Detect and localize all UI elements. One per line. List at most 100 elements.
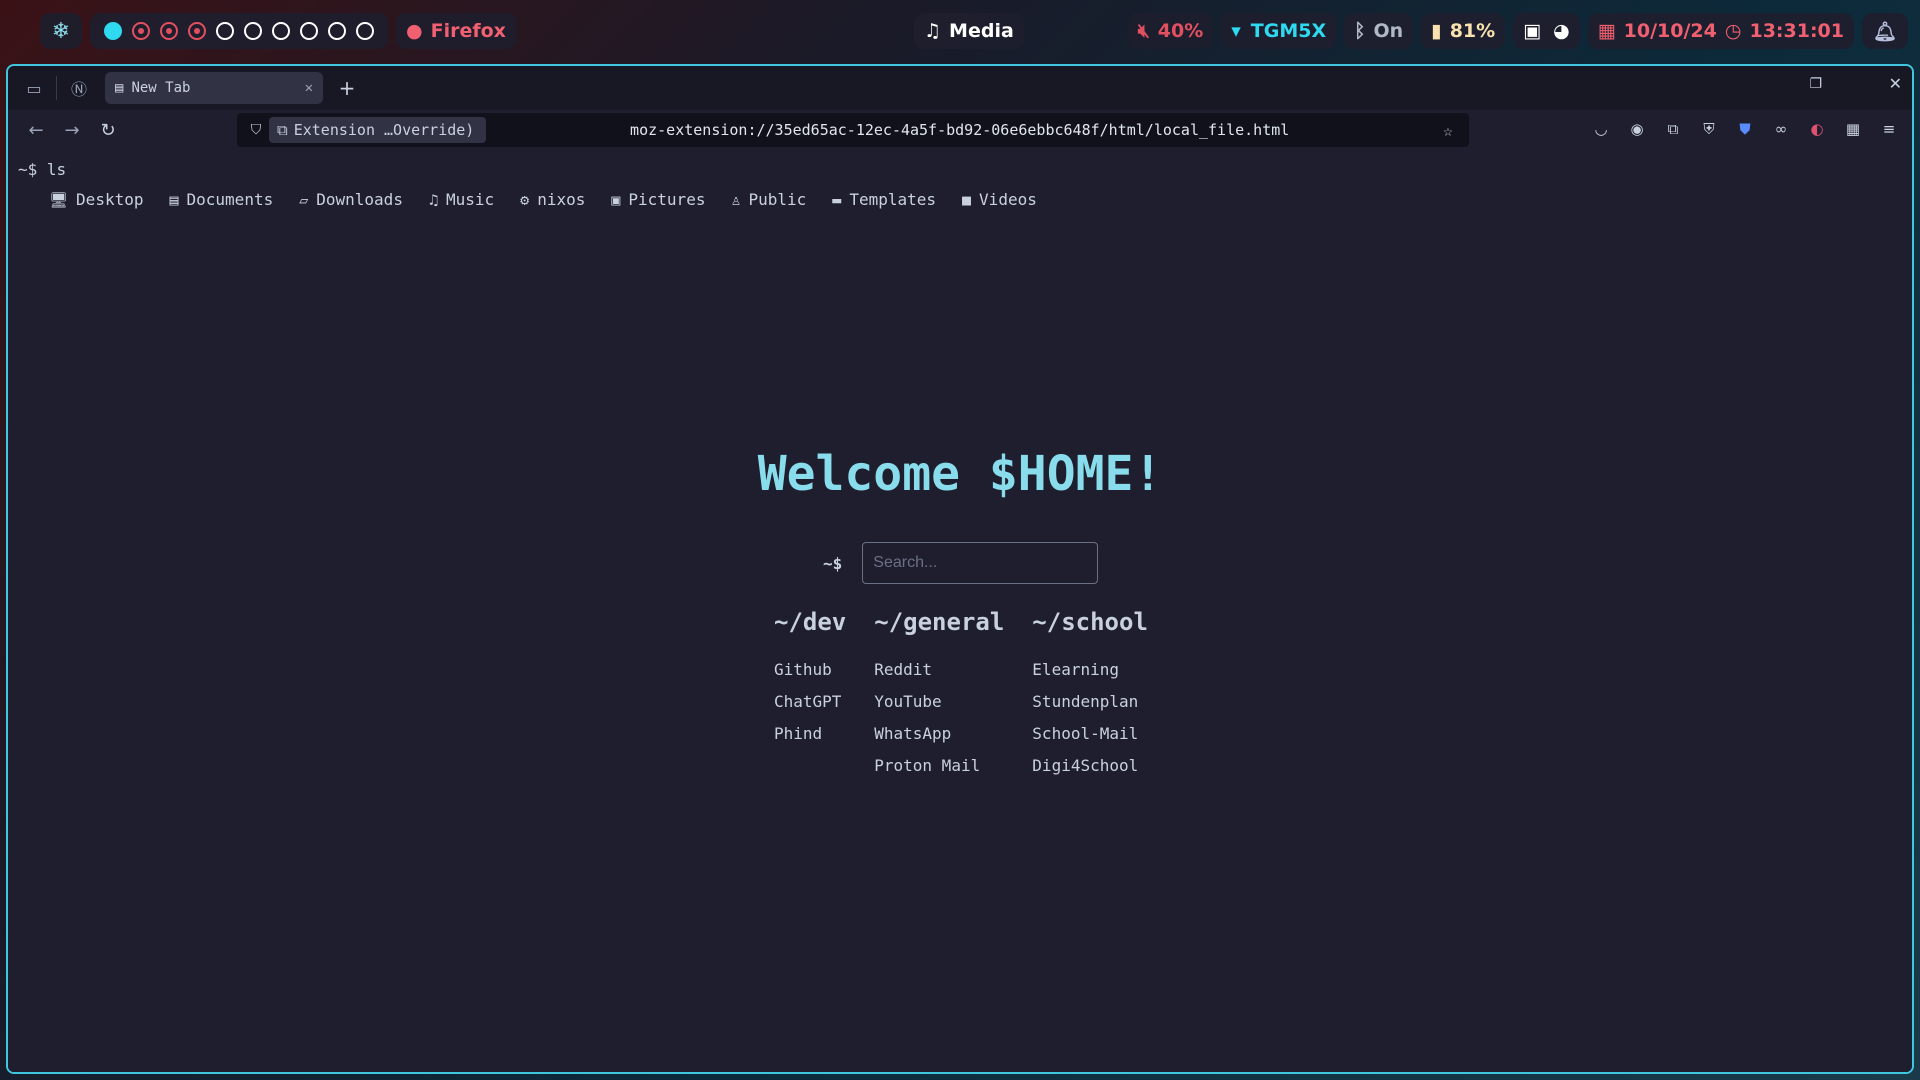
url-text[interactable]: moz-extension://35ed65ac-12ec-4a5f-bd92-… (486, 121, 1433, 139)
app-launcher-button[interactable]: ❄ (40, 13, 82, 49)
tab-separator (56, 76, 57, 100)
battery-widget: ▮ 81% (1421, 13, 1506, 49)
bookmark-link[interactable]: YouTube (874, 686, 1004, 718)
column-title: ~/general (874, 608, 1005, 636)
dir-link-music[interactable]: ♫ Music (429, 190, 494, 209)
bookmark-link[interactable]: Digi4School (1032, 750, 1148, 782)
active-window-title: ● Firefox (396, 13, 516, 49)
bookmark-link[interactable]: ChatGPT (774, 686, 846, 718)
arrow-right-icon: → (64, 119, 80, 141)
tab-new-tab[interactable]: ▤ New Tab ✕ (105, 72, 323, 104)
url-bar[interactable]: ⛉ ⧉ Extension …Override) moz-extension:/… (237, 113, 1469, 147)
workspace-switcher (90, 13, 388, 49)
workspace-6[interactable] (244, 22, 262, 40)
dir-label: Public (748, 190, 807, 209)
forward-button[interactable]: → (54, 114, 90, 146)
bookmark-link[interactable]: Elearning (1032, 654, 1148, 686)
pinned-tab[interactable]: Ⓝ (63, 72, 95, 104)
nixos-snowflake-icon: ❄ (51, 18, 71, 44)
media-widget[interactable]: ♫ Media (914, 13, 1024, 49)
bluetooth-status: On (1373, 20, 1404, 42)
workspace-10[interactable] (356, 22, 374, 40)
ublock-shield-icon[interactable]: ⛨ (1698, 116, 1720, 142)
dir-link-downloads[interactable]: ▱ Downloads (299, 190, 403, 209)
firefox-view-button[interactable]: ▭ (18, 72, 50, 104)
music-note-icon: ♫ (924, 20, 942, 42)
column-title: ~/school (1032, 608, 1148, 636)
pocket-icon[interactable]: ◡ (1590, 116, 1612, 142)
bookmark-link[interactable]: Phind (774, 718, 846, 750)
dir-link-templates[interactable]: ▬ Templates (832, 190, 936, 209)
search-prompt: ~$ (823, 553, 843, 573)
bookmark-star-icon[interactable]: ☆ (1433, 121, 1463, 140)
status-bar: ❄ ● Firefox ♫ Media 🔇︎ 40% ▾ TGM5X ᛒ On … (0, 0, 1920, 62)
time-label: 13:31:01 (1749, 20, 1844, 42)
calendar-icon: ▦ (1597, 20, 1616, 42)
restore-window-icon[interactable]: ❐ (1809, 76, 1822, 92)
image-icon: ▣ (611, 190, 621, 209)
bookmark-list: Elearning Stundenplan School-Mail Digi4Scho… (1032, 654, 1148, 782)
ls-prompt: ~$ ls (18, 160, 67, 179)
tab-title: New Tab (131, 80, 191, 96)
bluetooth-widget[interactable]: ᛒ On (1344, 13, 1414, 49)
bitwarden-icon[interactable]: ⛊ (1734, 116, 1756, 142)
tray-app-icon[interactable]: ▣ (1523, 20, 1541, 42)
workspace-4[interactable] (188, 22, 206, 40)
hamburger-menu-icon[interactable]: ≡ (1878, 116, 1900, 142)
grid-apps-icon[interactable]: ▦ (1842, 116, 1864, 142)
directory-list: 🖥︎ Desktop ▤ Documents ▱ Downloads ♫ Music ⚙ nixo… (49, 190, 1037, 209)
search-input[interactable] (862, 542, 1099, 584)
back-button[interactable]: ← (18, 114, 54, 146)
bookmark-link[interactable]: Reddit (874, 654, 1004, 686)
workspace-5[interactable] (216, 22, 234, 40)
close-tab-icon[interactable]: ✕ (305, 80, 313, 96)
workspace-3[interactable] (160, 22, 178, 40)
navigation-toolbar: ← → ↻ ⛉ ⧉ Extension …Override) moz-exten… (8, 110, 1912, 150)
dir-link-documents[interactable]: ▤ Documents (169, 190, 273, 209)
reload-button[interactable]: ↻ (90, 114, 126, 146)
monitor-icon: 🖥︎ (49, 190, 69, 209)
wifi-icon: ▾ (1231, 20, 1241, 42)
network-widget[interactable]: ▾ TGM5X (1221, 13, 1337, 49)
dir-link-pictures[interactable]: ▣ Pictures (611, 190, 705, 209)
privacy-extension-icon[interactable]: ∞ (1770, 116, 1792, 142)
bookmark-link[interactable]: School-Mail (1032, 718, 1148, 750)
dir-label: nixos (537, 190, 586, 209)
account-icon[interactable]: ◉ (1626, 116, 1648, 142)
close-window-icon[interactable]: ✕ (1889, 74, 1902, 93)
workspace-8[interactable] (300, 22, 318, 40)
tab-bar: ▭ Ⓝ ▤ New Tab ✕ + ❐ ✕ (8, 66, 1912, 110)
bookmark-link[interactable]: WhatsApp (874, 718, 1004, 750)
new-tab-button[interactable]: + (333, 76, 361, 100)
window-title-label: Firefox (430, 20, 506, 42)
volume-widget[interactable]: 🔇︎ 40% (1127, 13, 1214, 49)
dir-link-videos[interactable]: ■ Videos (962, 190, 1037, 209)
bookmark-column: ~/school Elearning Stundenplan School-Mail D… (1032, 608, 1148, 782)
identity-box[interactable]: ⧉ Extension …Override) (269, 117, 487, 143)
notification-button[interactable]: 🔔︎ (1862, 13, 1908, 49)
dir-link-public[interactable]: ♙ Public (731, 190, 806, 209)
darkreader-icon[interactable]: ◐ (1806, 116, 1828, 142)
bookmark-list: Github ChatGPT Phind (774, 654, 846, 750)
page-content: ~$ ls 🖥︎ Desktop ▤ Documents ▱ Downloads ♫ Musi… (8, 150, 1912, 1072)
shield-icon[interactable]: ⛉ (243, 122, 269, 138)
bookmark-link[interactable]: Github (774, 654, 846, 686)
gear-icon: ⚙ (520, 190, 530, 209)
discord-icon[interactable]: ◕ (1553, 20, 1570, 42)
dir-link-desktop[interactable]: 🖥︎ Desktop (49, 190, 143, 209)
clock-widget[interactable]: ▦ 10/10/24 ◷ 13:31:01 (1587, 13, 1854, 49)
bookmark-link[interactable]: Stundenplan (1032, 686, 1148, 718)
volume-value: 40% (1157, 20, 1204, 42)
workspace-2[interactable] (132, 22, 150, 40)
workspace-7[interactable] (272, 22, 290, 40)
bookmark-link[interactable]: Proton Mail (874, 750, 1004, 782)
dir-label: Templates (849, 190, 937, 209)
workspace-1[interactable] (104, 22, 122, 40)
workspace-9[interactable] (328, 22, 346, 40)
extensions-puzzle-icon[interactable]: ⧉ (1662, 116, 1684, 142)
extension-toolbar: ◡ ◉ ⧉ ⛨ ⛊ ∞ ◐ ▦ ≡ (1590, 116, 1900, 142)
date-label: 10/10/24 (1623, 20, 1717, 42)
dir-link-nixos[interactable]: ⚙ nixos (520, 190, 585, 209)
folder-icon: ▬ (832, 190, 842, 209)
bluetooth-icon: ᛒ (1354, 20, 1366, 42)
